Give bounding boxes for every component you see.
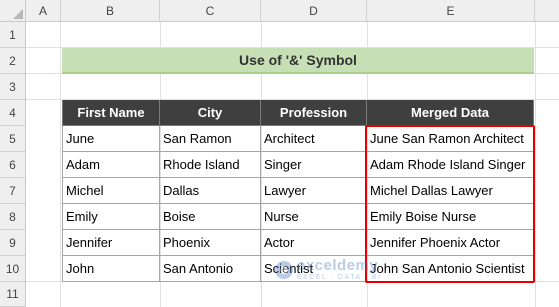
row-header-4[interactable]: 4 — [0, 100, 26, 126]
cell-first-name[interactable]: Michel — [62, 178, 160, 204]
header-profession[interactable]: Profession — [261, 100, 367, 126]
gridline — [60, 22, 61, 307]
cell-merged-data[interactable]: Jennifer Phoenix Actor — [367, 230, 534, 256]
row-header-10[interactable]: 10 — [0, 256, 26, 282]
watermark: exceldemy EXCEL · DATA · BI — [275, 258, 382, 281]
column-header-d[interactable]: D — [261, 0, 367, 22]
select-all-corner[interactable] — [0, 0, 26, 22]
table-header-row: First Name City Profession Merged Data — [62, 100, 534, 126]
cell-profession[interactable]: Nurse — [261, 204, 367, 230]
watermark-sub-text: EXCEL · DATA · BI — [297, 274, 382, 281]
row-header-1[interactable]: 1 — [0, 22, 26, 48]
header-first-name[interactable]: First Name — [62, 100, 160, 126]
cell-city[interactable]: Phoenix — [160, 230, 261, 256]
spreadsheet: A B C D E 1 2 3 4 5 6 7 8 9 10 11 Use of… — [0, 0, 559, 307]
column-header-a[interactable]: A — [26, 0, 61, 22]
column-header-e[interactable]: E — [367, 0, 535, 22]
cell-merged-data[interactable]: Adam Rhode Island Singer — [367, 152, 534, 178]
row-header-6[interactable]: 6 — [0, 152, 26, 178]
cell-first-name[interactable]: June — [62, 126, 160, 152]
cell-profession[interactable]: Lawyer — [261, 178, 367, 204]
cell-profession[interactable]: Actor — [261, 230, 367, 256]
cell-merged-data[interactable]: Emily Boise Nurse — [367, 204, 534, 230]
table-row: Adam Rhode Island Singer Adam Rhode Isla… — [62, 152, 534, 178]
select-all-triangle-icon — [13, 9, 23, 19]
row-header-2[interactable]: 2 — [0, 48, 26, 74]
column-header-f[interactable] — [535, 0, 559, 22]
cell-merged-data[interactable]: June San Ramon Architect — [367, 126, 534, 152]
cell-city[interactable]: Rhode Island — [160, 152, 261, 178]
watermark-main-text: exceldemy — [297, 257, 379, 274]
row-header-8[interactable]: 8 — [0, 204, 26, 230]
sheet-title[interactable]: Use of '&' Symbol — [62, 48, 534, 74]
cell-profession[interactable]: Architect — [261, 126, 367, 152]
table-row: Michel Dallas Lawyer Michel Dallas Lawye… — [62, 178, 534, 204]
cell-city[interactable]: San Antonio — [160, 256, 261, 282]
row-header-3[interactable]: 3 — [0, 74, 26, 100]
cell-city[interactable]: Boise — [160, 204, 261, 230]
cell-first-name[interactable]: Adam — [62, 152, 160, 178]
cell-first-name[interactable]: Emily — [62, 204, 160, 230]
row-header-5[interactable]: 5 — [0, 126, 26, 152]
table-row: Emily Boise Nurse Emily Boise Nurse — [62, 204, 534, 230]
cell-city[interactable]: San Ramon — [160, 126, 261, 152]
cell-city[interactable]: Dallas — [160, 178, 261, 204]
header-city[interactable]: City — [160, 100, 261, 126]
table-row: June San Ramon Architect June San Ramon … — [62, 126, 534, 152]
row-header-11[interactable]: 11 — [0, 282, 26, 307]
cell-merged-data[interactable]: Michel Dallas Lawyer — [367, 178, 534, 204]
exceldemy-logo-icon — [275, 260, 293, 279]
cell-first-name[interactable]: John — [62, 256, 160, 282]
column-header-b[interactable]: B — [61, 0, 160, 22]
cell-merged-data[interactable]: John San Antonio Scientist — [367, 256, 534, 282]
header-merged-data[interactable]: Merged Data — [367, 100, 534, 126]
cell-first-name[interactable]: Jennifer — [62, 230, 160, 256]
gridline — [535, 22, 536, 307]
row-header-9[interactable]: 9 — [0, 230, 26, 256]
table-row: Jennifer Phoenix Actor Jennifer Phoenix … — [62, 230, 534, 256]
row-header-7[interactable]: 7 — [0, 178, 26, 204]
column-header-c[interactable]: C — [160, 0, 261, 22]
cell-profession[interactable]: Singer — [261, 152, 367, 178]
